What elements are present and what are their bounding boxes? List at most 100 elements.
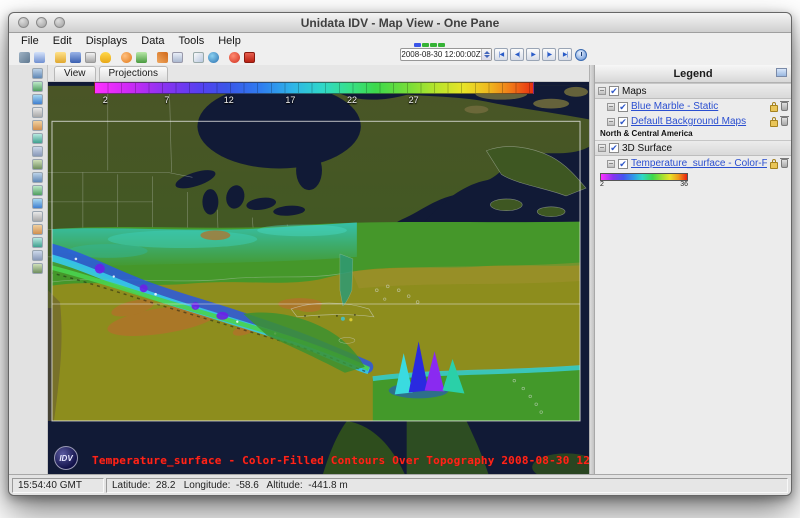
remove-displays-icon[interactable] [244, 52, 255, 63]
background-maps-note: North & Central America [595, 129, 791, 140]
collapse-item-icon[interactable] [607, 118, 615, 126]
copy-display-icon[interactable] [85, 52, 96, 63]
map-view-tool-icon[interactable] [32, 159, 43, 170]
maps-visibility-checkbox[interactable] [609, 86, 619, 96]
colorbar-tick: 22 [347, 95, 357, 105]
window-title: Unidata IDV - Map View - One Pane [9, 16, 791, 30]
map-view-tool-icon[interactable] [32, 120, 43, 131]
map-view-tool-icon[interactable] [32, 263, 43, 274]
undo-icon[interactable] [121, 52, 132, 63]
legend-item-background-maps: Default Background Maps [595, 114, 791, 129]
legend-title: Legend [673, 68, 712, 80]
temperature-surface-link[interactable]: Temperature_surface - Color-Filled Conto… [631, 158, 767, 169]
step-back-button[interactable]: ◀| [510, 48, 524, 61]
menu-help[interactable]: Help [218, 35, 249, 47]
lock-icon[interactable] [770, 162, 778, 169]
display-annotation: Temperature_surface - Color-Filled Conto… [92, 454, 589, 467]
legend-header: Legend [595, 65, 791, 83]
go-to-end-button[interactable]: ▶| [558, 48, 572, 61]
map-view-tool-icon[interactable] [32, 81, 43, 92]
legend-group-maps: Maps [595, 83, 791, 99]
legend-group-label: 3D Surface [622, 143, 672, 154]
legend-item-temperature-surface: Temperature_surface - Color-Filled Conto… [595, 156, 791, 171]
collapse-group-icon[interactable] [598, 87, 606, 95]
remove-display-icon[interactable] [781, 117, 788, 126]
temperature-surface-checkbox[interactable] [618, 159, 628, 169]
legend-colorbar-block: 2 36 [595, 171, 791, 188]
legend-panel: Legend Maps Blue Marble - Static Default… [595, 65, 791, 474]
map-render [48, 82, 589, 474]
blue-marble-checkbox[interactable] [618, 102, 628, 112]
remove-display-icon[interactable] [781, 102, 788, 111]
map-view-tool-icon[interactable] [32, 107, 43, 118]
map-view-tool-icon[interactable] [32, 198, 43, 209]
colorbar-tick: 7 [164, 95, 169, 105]
map-view-tool-icon[interactable] [32, 224, 43, 235]
show-dashboard-icon[interactable] [19, 52, 30, 63]
field-selector-icon[interactable] [34, 52, 45, 63]
collapse-item-icon[interactable] [607, 103, 615, 111]
legend-item-blue-marble: Blue Marble - Static [595, 99, 791, 114]
play-button[interactable]: ▶ [526, 48, 540, 61]
lock-icon[interactable] [770, 105, 778, 112]
timeline-tick [414, 43, 421, 47]
colorbar-gradient [94, 82, 534, 94]
menu-displays[interactable]: Displays [86, 35, 136, 47]
surface-visibility-checkbox[interactable] [609, 143, 619, 153]
collapse-group-icon[interactable] [598, 144, 606, 152]
animation-timeline[interactable] [414, 43, 445, 47]
step-forward-button[interactable]: |▶ [542, 48, 556, 61]
idv-logo: IDV [54, 446, 78, 470]
capture-image-icon[interactable] [136, 52, 147, 63]
notes-icon[interactable] [193, 52, 204, 63]
background-maps-checkbox[interactable] [618, 117, 628, 127]
tab-projections[interactable]: Projections [99, 66, 168, 81]
idv-window: Unidata IDV - Map View - One Pane File E… [8, 12, 792, 496]
map-view-tool-icon[interactable] [32, 94, 43, 105]
temperature-colorbar: 2 7 12 17 22 27 [94, 82, 534, 108]
legend-colorbar-min: 2 [600, 181, 604, 188]
status-cursor-position: Latitude: 28.2 Longitude: -58.6 Altitude… [106, 478, 788, 493]
status-clock: 15:54:40 GMT [12, 478, 104, 493]
background-maps-link[interactable]: Default Background Maps [631, 116, 767, 127]
map-view-tool-icon[interactable] [32, 237, 43, 248]
colorbar-tick: 12 [224, 95, 234, 105]
legend-colorbar[interactable] [600, 173, 688, 181]
edit-preferences-icon[interactable] [157, 52, 168, 63]
map-view-tool-icon[interactable] [32, 211, 43, 222]
menu-edit[interactable]: Edit [53, 35, 80, 47]
menu-data[interactable]: Data [141, 35, 172, 47]
window-controls [18, 17, 65, 28]
tab-view[interactable]: View [54, 66, 96, 81]
record-movie-icon[interactable] [229, 52, 240, 63]
map-view-tool-icon[interactable] [32, 68, 43, 79]
menu-tools[interactable]: Tools [179, 35, 213, 47]
map-view-tool-icon[interactable] [32, 133, 43, 144]
title-bar[interactable]: Unidata IDV - Map View - One Pane [9, 13, 791, 33]
lock-icon[interactable] [770, 120, 778, 127]
zoom-window-icon[interactable] [54, 17, 65, 28]
open-bundle-icon[interactable] [55, 52, 66, 63]
go-to-start-button[interactable]: |◀ [494, 48, 508, 61]
drawing-tool-icon[interactable] [172, 52, 183, 63]
legend-colorbar-max: 36 [680, 181, 688, 188]
map-view-tool-icon[interactable] [32, 250, 43, 261]
colorbar-tick: 27 [409, 95, 419, 105]
time-selector[interactable]: 2008-08-30 12:00:00Z [400, 48, 492, 61]
collapse-item-icon[interactable] [607, 160, 615, 168]
remove-display-icon[interactable] [781, 159, 788, 168]
blue-marble-link[interactable]: Blue Marble - Static [631, 101, 767, 112]
globe-display-icon[interactable] [208, 52, 219, 63]
time-stepper[interactable] [481, 49, 491, 60]
map-view-tool-icon[interactable] [32, 146, 43, 157]
favorites-star-icon[interactable] [100, 52, 111, 63]
map-view-tool-icon[interactable] [32, 185, 43, 196]
close-window-icon[interactable] [18, 17, 29, 28]
minimize-window-icon[interactable] [36, 17, 47, 28]
map-view-tool-icon[interactable] [32, 172, 43, 183]
save-bundle-icon[interactable] [70, 52, 81, 63]
float-legend-icon[interactable] [776, 68, 787, 77]
map-viewport[interactable]: 2 7 12 17 22 27 IDV Temperature_surface … [48, 82, 589, 474]
menu-file[interactable]: File [21, 35, 47, 47]
animation-properties-clock-icon[interactable] [575, 49, 587, 61]
